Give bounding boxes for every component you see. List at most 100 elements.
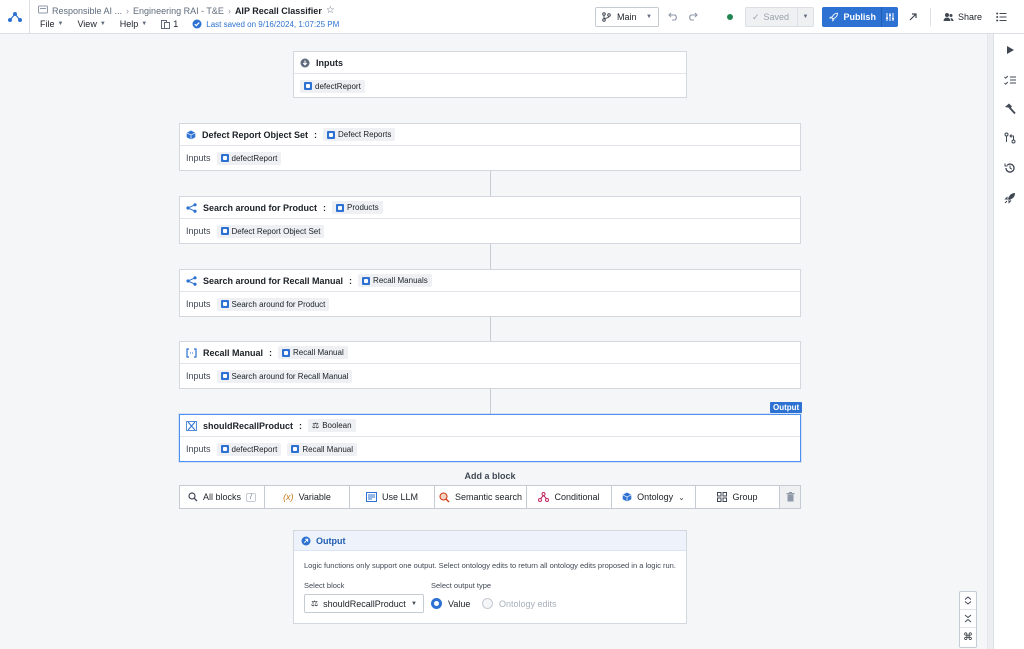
publish-button[interactable]: Publish xyxy=(822,7,898,27)
undo-redo-group xyxy=(668,7,698,27)
block-defect-report-object-set[interactable]: Defect Report Object Set: Defect Reports… xyxy=(179,123,801,171)
block-connector xyxy=(490,244,491,269)
block-title: Recall Manual xyxy=(203,347,264,358)
rocket-icon[interactable] xyxy=(1002,190,1018,206)
variable-button[interactable]: (x) Variable xyxy=(265,486,350,508)
input-tag[interactable]: defectReport xyxy=(216,151,282,165)
saved-dropdown-toggle[interactable]: ▼ xyxy=(797,8,813,26)
run-play-icon[interactable] xyxy=(1002,42,1018,58)
fit-view-button[interactable] xyxy=(960,592,976,610)
boolean-icon: ⚖ xyxy=(312,421,320,430)
radio-value[interactable]: Value xyxy=(431,598,470,609)
share-button[interactable]: Share xyxy=(943,7,982,27)
breadcrumb-item-folder[interactable]: Engineering RAI - T&E xyxy=(133,6,224,16)
conditional-icon xyxy=(538,492,550,502)
logic-canvas[interactable]: Inputs defectReport Defect Report Object… xyxy=(0,34,987,649)
menu-help[interactable]: Help ▼ xyxy=(120,19,147,29)
radio-value-label: Value xyxy=(448,598,471,609)
input-param-tag[interactable]: defectReport xyxy=(300,79,365,93)
app-logo-icon[interactable] xyxy=(0,0,30,34)
redo-icon[interactable] xyxy=(687,12,698,23)
block-inputs-row: Inputs defectReport xyxy=(180,146,800,170)
block-inputs-row: Inputs Search around for Product xyxy=(180,292,800,316)
input-tag[interactable]: Search around for Product xyxy=(216,297,330,311)
function-icon xyxy=(186,420,197,431)
block-should-recall-product[interactable]: shouldRecallProduct: ⚖ Boolean Inputs def… xyxy=(179,414,801,462)
menu-file[interactable]: File ▼ xyxy=(40,19,63,29)
chevron-down-icon: ⌄ xyxy=(678,492,685,502)
folder-icon xyxy=(38,5,48,16)
selected-block-value: shouldRecallProduct xyxy=(323,598,406,609)
branch-selector[interactable]: Main ▼ xyxy=(595,7,659,27)
group-icon xyxy=(717,492,728,502)
output-description: Logic functions only support one output.… xyxy=(304,561,676,570)
block-inputs-row: Inputs Defect Report Object Set xyxy=(180,219,800,243)
caret-down-icon: ▼ xyxy=(99,21,106,27)
hammer-icon[interactable] xyxy=(1002,101,1018,117)
object-icon xyxy=(291,445,300,453)
object-icon xyxy=(220,372,229,380)
group-button[interactable]: Group xyxy=(696,486,780,508)
collapse-button[interactable] xyxy=(960,610,976,628)
publish-settings-toggle[interactable] xyxy=(880,7,898,27)
block-search-around-for-product[interactable]: Search around for Product: Products Inpu… xyxy=(179,196,801,244)
input-tag[interactable]: Defect Report Object Set xyxy=(216,224,325,238)
history-icon[interactable] xyxy=(1002,160,1018,176)
inputs-label: Inputs xyxy=(186,444,211,454)
sliders-icon xyxy=(885,13,894,21)
properties-list-icon[interactable] xyxy=(996,7,1007,27)
inputs-card-row: defectReport xyxy=(294,74,686,98)
block-type-tag[interactable]: Recall Manual xyxy=(278,346,348,359)
check-circle-icon xyxy=(192,19,202,29)
inputs-card[interactable]: Inputs defectReport xyxy=(293,51,687,98)
object-icon xyxy=(327,130,336,139)
inputs-label: Inputs xyxy=(186,299,211,309)
block-connector xyxy=(490,317,491,342)
conditional-button[interactable]: Conditional xyxy=(527,486,612,508)
version-count[interactable]: 1 xyxy=(161,19,178,29)
block-type-tag[interactable]: Products xyxy=(332,201,383,214)
search-icon xyxy=(188,492,198,502)
use-llm-button[interactable]: Use LLM xyxy=(350,486,435,508)
shortcuts-button[interactable]: ⌘ xyxy=(960,628,976,646)
object-icon xyxy=(220,445,229,453)
undo-icon[interactable] xyxy=(668,12,679,23)
block-search-around-for-recall-manual[interactable]: Search around for Recall Manual: Recall … xyxy=(179,269,801,317)
input-tag[interactable]: defectReport xyxy=(216,442,282,456)
last-saved-status: Last saved on 9/16/2024, 1:07:25 PM xyxy=(192,19,339,29)
star-icon[interactable]: ☆ xyxy=(326,5,335,16)
block-inputs-row: Inputs defectReport Recall Manual xyxy=(180,437,800,461)
block-type-tag[interactable]: ⚖ Boolean xyxy=(308,419,356,432)
caret-down-icon: ▼ xyxy=(141,21,148,27)
command-key-icon: ⌘ xyxy=(963,631,973,643)
radio-selected-icon xyxy=(431,598,442,609)
block-recall-manual[interactable]: Recall Manual: Recall Manual Inputs Sear… xyxy=(179,341,801,389)
radio-ontology-edits[interactable]: Ontology edits xyxy=(482,598,557,609)
branch-name: Main xyxy=(617,12,637,22)
semantic-search-icon xyxy=(439,491,450,502)
all-blocks-button[interactable]: All blocks / xyxy=(180,486,265,508)
inputs-label: Inputs xyxy=(186,371,211,381)
input-tag[interactable]: Recall Manual xyxy=(287,442,358,456)
select-block-dropdown[interactable]: ⚖ shouldRecallProduct ▼ xyxy=(304,594,424,613)
block-header: Defect Report Object Set: Defect Reports xyxy=(180,124,800,146)
menu-view[interactable]: View ▼ xyxy=(77,19,105,29)
delete-button[interactable] xyxy=(780,486,800,508)
ontology-button[interactable]: Ontology ⌄ xyxy=(612,486,696,508)
chevron-right-icon: › xyxy=(126,5,130,16)
output-badge: Output xyxy=(770,402,803,413)
input-tag[interactable]: Search around for Recall Manual xyxy=(216,369,353,383)
semantic-search-button[interactable]: Semantic search xyxy=(435,486,527,508)
object-icon xyxy=(304,82,312,90)
output-panel: Output Logic functions only support one … xyxy=(293,530,687,624)
breadcrumb-item-project[interactable]: Responsible AI ... xyxy=(52,6,122,16)
block-type-tag[interactable]: Defect Reports xyxy=(323,128,396,141)
block-type-tag[interactable]: Recall Manuals xyxy=(358,274,432,287)
checklist-icon[interactable] xyxy=(1002,72,1018,88)
share-nodes-icon xyxy=(186,202,197,213)
collapse-vertical-icon xyxy=(964,614,972,623)
saved-button[interactable]: ✓ Saved ▼ xyxy=(745,7,814,27)
branch-compare-icon[interactable] xyxy=(1002,130,1018,146)
versions-icon xyxy=(161,19,171,29)
open-external-icon[interactable] xyxy=(908,7,918,27)
